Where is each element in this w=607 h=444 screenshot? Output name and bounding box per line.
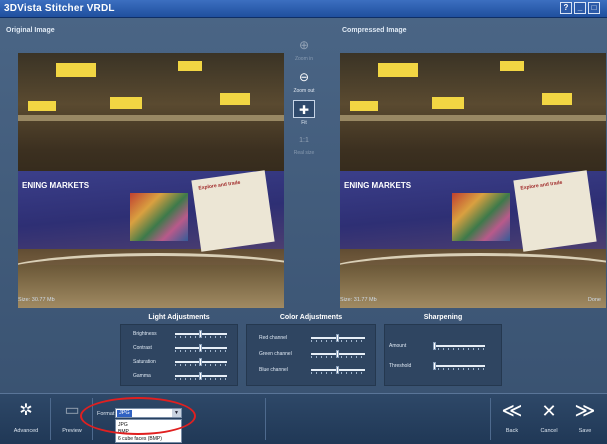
- light-adjustments-title: Light Adjustments: [148, 314, 210, 321]
- photo-poster: Explore and trade: [513, 170, 597, 252]
- original-size-label: Size: 30.77 Mb: [18, 297, 55, 303]
- zoom-in-label: Zoom in: [294, 56, 314, 62]
- back-button[interactable]: ≪ Back: [497, 400, 527, 440]
- real-size-icon[interactable]: 1:1: [293, 132, 315, 150]
- advanced-label: Advanced: [13, 428, 39, 434]
- photo-sign: [542, 93, 572, 105]
- photo-sign: [178, 61, 202, 71]
- cancel-label: Cancel: [540, 428, 558, 434]
- zoom-controls: ⊕ Zoom in ⊖ Zoom out ✚ Fit 1:1 Real size: [286, 28, 322, 178]
- photo-sign: [28, 101, 56, 111]
- title-bar: 3DVista Stitcher VRDL ? _ □: [0, 0, 607, 18]
- slider-label: Threshold: [389, 363, 412, 369]
- window-title: 3DVista Stitcher VRDL: [4, 3, 115, 14]
- slider-label: Amount: [389, 343, 407, 349]
- toolbar-divider: [50, 398, 51, 440]
- contrast-slider[interactable]: Contrast: [133, 343, 233, 353]
- brightness-slider[interactable]: Brightness: [133, 329, 233, 339]
- close-icon: ✕: [541, 401, 557, 421]
- double-chevron-left-icon: ≪: [501, 400, 523, 422]
- slider-thumb[interactable]: [199, 358, 202, 366]
- photo-sign: [350, 101, 378, 111]
- slider-thumb[interactable]: [336, 350, 339, 358]
- color-adjustments-title: Color Adjustments: [279, 314, 343, 321]
- photo-banner-text: ENING MARKETS: [344, 181, 412, 190]
- slider-label: Brightness: [133, 331, 157, 337]
- real-size-label: Real size: [293, 150, 315, 156]
- saturation-slider[interactable]: Saturation: [133, 357, 233, 367]
- slider-label: Green channel: [259, 351, 292, 357]
- photo-sign: [56, 63, 96, 77]
- slider-label: Gamma: [133, 373, 151, 379]
- slider-thumb[interactable]: [199, 344, 202, 352]
- slider-thumb[interactable]: [336, 366, 339, 374]
- photo-collage: [130, 193, 188, 241]
- red-channel-slider[interactable]: Red channel: [259, 333, 371, 343]
- sharpening-panel: Amount Threshold: [384, 324, 502, 386]
- save-button[interactable]: ≫ Save: [570, 400, 600, 440]
- preview-label: Preview: [62, 428, 82, 434]
- photo-sign: [500, 61, 524, 71]
- photo-collage: [452, 193, 510, 241]
- double-chevron-right-icon: ≫: [574, 400, 596, 422]
- amount-slider[interactable]: Amount: [389, 341, 499, 351]
- color-adjustments-panel: Red channel Green channel Blue channel: [246, 324, 376, 386]
- toolbar-divider: [265, 398, 266, 440]
- original-image-view[interactable]: ENING MARKETS Explore and trade: [18, 53, 284, 308]
- zoom-out-icon[interactable]: ⊖: [293, 68, 315, 86]
- photo-sign: [432, 97, 464, 109]
- slider-thumb[interactable]: [199, 330, 202, 338]
- zoom-out-label: Zoom out: [293, 88, 315, 94]
- photo-banner-text: ENING MARKETS: [22, 181, 90, 190]
- photo-sign: [378, 63, 418, 77]
- slider-label: Saturation: [133, 359, 156, 365]
- slider-thumb[interactable]: [433, 342, 436, 350]
- photo-sign: [110, 97, 142, 109]
- blue-channel-slider[interactable]: Blue channel: [259, 365, 371, 375]
- light-adjustments-panel: Brightness Contrast Saturation Gamma: [120, 324, 238, 386]
- slider-thumb[interactable]: [199, 372, 202, 380]
- slider-thumb[interactable]: [433, 362, 436, 370]
- photo-rail: [18, 253, 284, 293]
- main-content: Original Image Compressed Image ENING MA…: [0, 18, 607, 393]
- slider-label: Blue channel: [259, 367, 288, 373]
- help-button[interactable]: ?: [560, 2, 572, 14]
- fit-label: Fit: [301, 120, 307, 126]
- compressed-image-title: Compressed Image: [342, 27, 407, 34]
- photo-rail: [340, 253, 606, 293]
- fit-icon[interactable]: ✚: [293, 100, 315, 118]
- gear-icon: ✲: [19, 402, 33, 419]
- photo-shelf: [340, 115, 606, 121]
- compressed-image-view[interactable]: ENING MARKETS Explore and trade: [340, 53, 606, 308]
- photo-poster-title: Explore and trade: [520, 179, 563, 192]
- advanced-button[interactable]: ✲ Advanced: [8, 400, 44, 440]
- bottom-toolbar: ✲ Advanced ▭ Preview Format JPG ▼ JPG BM…: [0, 393, 607, 444]
- minimize-button[interactable]: _: [574, 2, 586, 14]
- gamma-slider[interactable]: Gamma: [133, 371, 233, 381]
- restore-button[interactable]: □: [588, 2, 600, 14]
- threshold-slider[interactable]: Threshold: [389, 361, 499, 371]
- highlight-annotation: [80, 397, 196, 435]
- slider-label: Red channel: [259, 335, 288, 341]
- toolbar-divider: [490, 398, 491, 440]
- green-channel-slider[interactable]: Green channel: [259, 349, 371, 359]
- slider-label: Contrast: [133, 345, 152, 351]
- cancel-button[interactable]: ✕ Cancel: [534, 400, 564, 440]
- compressed-size-label: Size: 31.77 Mb: [340, 297, 377, 303]
- save-label: Save: [578, 428, 592, 434]
- photo-sign: [220, 93, 250, 105]
- photo-poster-title: Explore and trade: [198, 179, 241, 192]
- slider-thumb[interactable]: [336, 334, 339, 342]
- status-label: Done: [587, 297, 601, 303]
- back-label: Back: [505, 428, 519, 434]
- photo-shelf: [18, 115, 284, 121]
- photo-poster: Explore and trade: [191, 170, 275, 252]
- original-image-title: Original Image: [6, 27, 55, 34]
- format-option-cube-faces[interactable]: 6 cube faces (BMP): [118, 436, 162, 442]
- zoom-in-icon[interactable]: ⊕: [293, 36, 315, 54]
- sharpening-title: Sharpening: [423, 314, 463, 321]
